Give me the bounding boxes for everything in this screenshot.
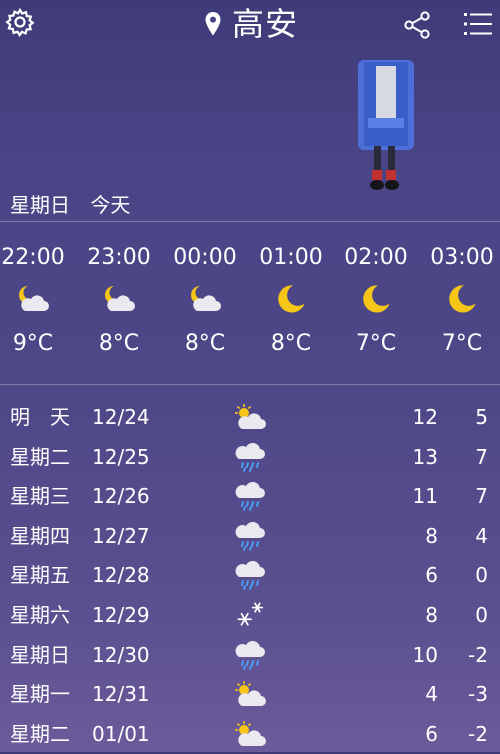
city-name[interactable]: 高安 [232,2,298,46]
daily-date: 01/01 [92,721,150,746]
moon-icon [333,276,419,322]
divider [0,221,500,222]
today-label: 今天 [90,193,131,217]
daily-row[interactable]: 星期四 12/27 8 4 [0,516,500,556]
daily-low-temp: 0 [475,603,488,627]
daily-weekday: 明 天 [10,405,70,429]
hourly-time: 00:00 [173,245,237,270]
today-weekday: 星期日 [10,193,70,217]
hourly-time: 02:00 [344,245,408,270]
daily-high-temp: 6 [425,721,438,746]
partly-cloudy-night-icon [76,276,162,322]
daily-row[interactable]: 星期一 12/31 4 -3 [0,674,500,714]
daily-low-temp: 7 [475,444,488,469]
daily-high-temp: 6 [425,563,438,588]
daily-row[interactable]: 星期二 12/25 13 7 [0,437,500,477]
daily-weekday: 星期五 [10,563,70,588]
daily-low-temp: 5 [475,405,488,429]
daily-date: 12/25 [92,444,150,469]
daily-row[interactable]: 星期五 12/28 6 0 [0,555,500,595]
daily-weekday: 星期二 [10,721,70,746]
daily-row[interactable]: 星期三 12/26 11 7 [0,476,500,516]
daily-row[interactable]: 明 天 12/24 12 5 [0,397,500,437]
partly-cloudy-icon [230,716,270,752]
daily-row[interactable]: 星期日 12/30 10 -2 [0,635,500,675]
share-icon[interactable] [400,8,434,42]
hourly-time: 22:00 [1,245,65,270]
menu-icon[interactable] [462,10,494,38]
hourly-item: 01:00 8°C [248,240,334,366]
rain-icon [230,439,270,475]
moon-icon [248,276,334,322]
hourly-item: 00:00 8°C [162,240,248,366]
daily-date: 12/27 [92,523,150,548]
daily-row[interactable]: 星期六 12/29 8 0 [0,595,500,635]
partly-cloudy-night-icon [162,276,248,322]
daily-date: 12/24 [92,405,150,429]
top-bar: 高安 [0,0,500,50]
rain-icon [230,557,270,593]
daily-weekday: 星期日 [10,642,70,667]
daily-high-temp: 13 [412,444,438,469]
daily-weekday: 星期四 [10,523,70,548]
daily-high-temp: 12 [412,405,438,429]
daily-weekday: 星期六 [10,603,70,627]
location-pin-icon [203,10,223,38]
daily-low-temp: -2 [468,721,488,746]
hourly-time: 23:00 [87,245,151,270]
daily-low-temp: 4 [475,523,488,548]
daily-high-temp: 11 [412,484,438,509]
hourly-time: 01:00 [259,245,323,270]
hourly-temp: 7°C [355,331,397,356]
hourly-item: 22:00 9°C [0,240,76,366]
daily-low-temp: 7 [475,484,488,509]
hourly-time: 03:00 [430,245,494,270]
divider [0,384,500,385]
daily-high-temp: 10 [412,642,438,667]
daily-low-temp: -2 [468,642,488,667]
snow-icon [230,597,270,633]
daily-date: 12/31 [92,682,150,707]
partly-cloudy-night-icon [0,276,76,322]
gear-icon[interactable] [4,6,36,38]
moon-icon [419,276,500,322]
partly-cloudy-icon [230,676,270,712]
daily-row[interactable]: 星期二 01/01 6 -2 [0,714,500,754]
daily-high-temp: 4 [425,682,438,707]
partly-cloudy-icon [230,399,270,435]
hourly-temp: 9°C [12,331,54,356]
daily-date: 12/30 [92,642,150,667]
hourly-temp: 8°C [270,331,312,356]
daily-high-temp: 8 [425,523,438,548]
person-illustration [340,58,430,198]
hourly-temp: 8°C [98,331,140,356]
hourly-temp: 8°C [184,331,226,356]
hourly-item: 23:00 8°C [76,240,162,366]
daily-weekday: 星期一 [10,682,70,707]
rain-icon [230,518,270,554]
hourly-temp: 7°C [441,331,483,356]
daily-high-temp: 8 [425,603,438,627]
daily-low-temp: -3 [468,682,488,707]
hourly-item: 02:00 7°C [333,240,419,366]
hourly-item: 03:00 7°C [419,240,500,366]
rain-icon [230,478,270,514]
today-date-row: 星期日 今天 [10,190,144,220]
rain-icon [230,637,270,673]
daily-low-temp: 0 [475,563,488,588]
daily-weekday: 星期三 [10,484,70,509]
daily-date: 12/28 [92,563,150,588]
daily-date: 12/26 [92,484,150,509]
daily-weekday: 星期二 [10,444,70,469]
daily-date: 12/29 [92,603,150,627]
